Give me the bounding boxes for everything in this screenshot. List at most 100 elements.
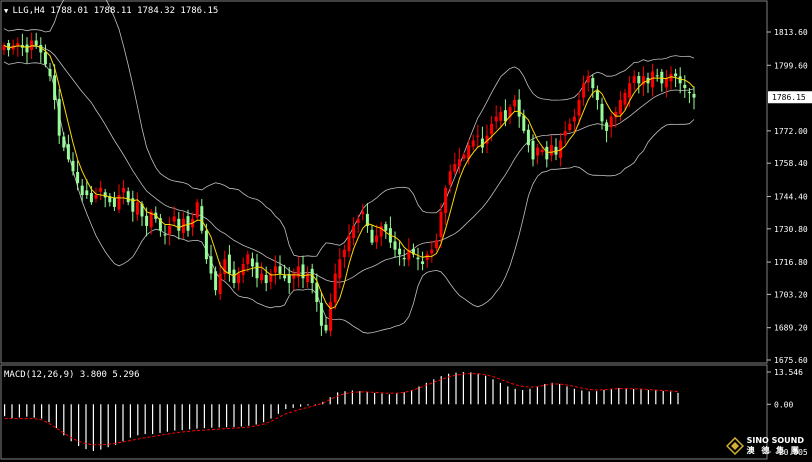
candle-body <box>126 191 130 203</box>
price-tick-label: 1799.60 <box>774 61 808 70</box>
macd-histogram-bar <box>544 384 546 405</box>
candle-body <box>444 187 448 214</box>
macd-histogram-bar <box>100 404 102 450</box>
candle-body <box>246 254 250 265</box>
candle-body <box>637 76 641 84</box>
logo-diamond-icon <box>725 437 744 455</box>
candle-body <box>618 99 622 114</box>
macd-histogram-bar <box>85 404 87 450</box>
macd-histogram-bar <box>640 389 642 405</box>
candle-body <box>218 273 222 295</box>
macd-histogram-bar <box>551 382 553 405</box>
candle-body <box>195 202 199 218</box>
macd-histogram-bar <box>581 390 583 405</box>
candle-body <box>99 187 103 192</box>
candle-body <box>7 43 11 51</box>
candle-body <box>204 230 208 260</box>
candle-body <box>632 76 636 83</box>
macd-histogram-bar <box>240 404 242 427</box>
candle-body <box>117 195 121 210</box>
candle-body <box>342 249 346 258</box>
candle-body <box>384 224 388 231</box>
candle-body <box>462 154 466 159</box>
candle-body <box>628 83 632 98</box>
macd-histogram-bar <box>485 375 487 405</box>
candle-body <box>103 192 107 198</box>
candle-body <box>278 266 282 274</box>
candle-body <box>549 145 553 156</box>
candle-body <box>200 206 204 231</box>
macd-histogram-bar <box>499 382 501 405</box>
candle-body <box>457 159 461 167</box>
candle-body <box>664 78 668 88</box>
macd-histogram-bar <box>647 389 649 405</box>
candle-body <box>43 52 47 65</box>
candle-body <box>329 302 333 332</box>
macd-histogram-bar <box>448 373 450 405</box>
macd-histogram-bar <box>670 391 672 405</box>
macd-histogram-bar <box>277 404 279 414</box>
macd-histogram-bar <box>300 404 302 407</box>
macd-histogram-bar <box>374 392 376 405</box>
candle-body <box>545 146 549 160</box>
macd-histogram-bar <box>189 404 191 430</box>
candle-body <box>434 240 438 249</box>
candle-body <box>536 147 540 156</box>
candle-body <box>333 273 337 303</box>
macd-histogram-bar <box>337 392 339 405</box>
macd-histogram-bar <box>418 386 420 405</box>
price-tick-label: 1744.40 <box>774 192 808 201</box>
candle-body <box>402 257 406 260</box>
candle-body <box>89 193 93 203</box>
macd-histogram-bar <box>470 372 472 405</box>
macd-histogram-bar <box>255 404 257 425</box>
macd-histogram-bar <box>196 404 198 429</box>
macd-histogram-bar <box>152 404 154 435</box>
candle-body <box>678 76 682 84</box>
macd-histogram-bar <box>226 404 228 428</box>
macd-histogram-bar <box>381 393 383 405</box>
macd-histogram-bar <box>329 397 331 405</box>
candle-body <box>347 235 351 252</box>
macd-histogram-bar <box>433 379 435 405</box>
candle-body <box>660 71 664 84</box>
macd-histogram-bar <box>129 404 131 438</box>
candle-body <box>683 84 687 89</box>
macd-histogram-bar <box>440 376 442 405</box>
candle-body <box>34 40 38 46</box>
macd-histogram-bar <box>41 404 43 419</box>
candle-body <box>586 76 590 83</box>
sinosound-logo: SINO SOUND 澳 德 集 團 <box>725 436 804 456</box>
macd-histogram-bar <box>11 404 13 419</box>
macd-histogram-bar <box>662 390 664 405</box>
macd-histogram-bar <box>596 391 598 405</box>
candle-body <box>398 248 402 255</box>
candle-body <box>71 160 75 172</box>
candle-body <box>513 99 517 107</box>
chart-header: ▼ LLG,H4 1788.01 1788.11 1784.32 1786.15 <box>4 6 218 16</box>
macd-histogram-bar <box>248 404 250 426</box>
candle-body <box>393 241 397 250</box>
candle-body <box>674 73 678 77</box>
macd-tick-label: 13.546 <box>774 368 803 377</box>
candle-body <box>315 282 319 303</box>
candle-body <box>80 185 84 196</box>
candle-body <box>76 172 80 184</box>
macd-histogram-bar <box>181 404 183 431</box>
candle-body <box>250 258 254 267</box>
macd-histogram-bar <box>396 393 398 405</box>
candle-body <box>421 261 425 264</box>
candle-body <box>48 68 52 77</box>
candle-body <box>85 190 89 196</box>
macd-histogram-bar <box>403 392 405 405</box>
macd-histogram-bar <box>122 404 124 442</box>
candle-body <box>655 75 659 77</box>
candle-body <box>264 274 268 283</box>
macd-histogram-bar <box>78 404 80 447</box>
candle-body <box>375 235 379 243</box>
macd-histogram-bar <box>610 388 612 405</box>
candle-body <box>687 91 691 93</box>
candle-body <box>600 103 604 122</box>
trading-chart[interactable]: 1813.60 1799.60 1772.00 1758.40 1744.40 1730.… <box>0 0 812 462</box>
candle-body <box>338 259 342 279</box>
